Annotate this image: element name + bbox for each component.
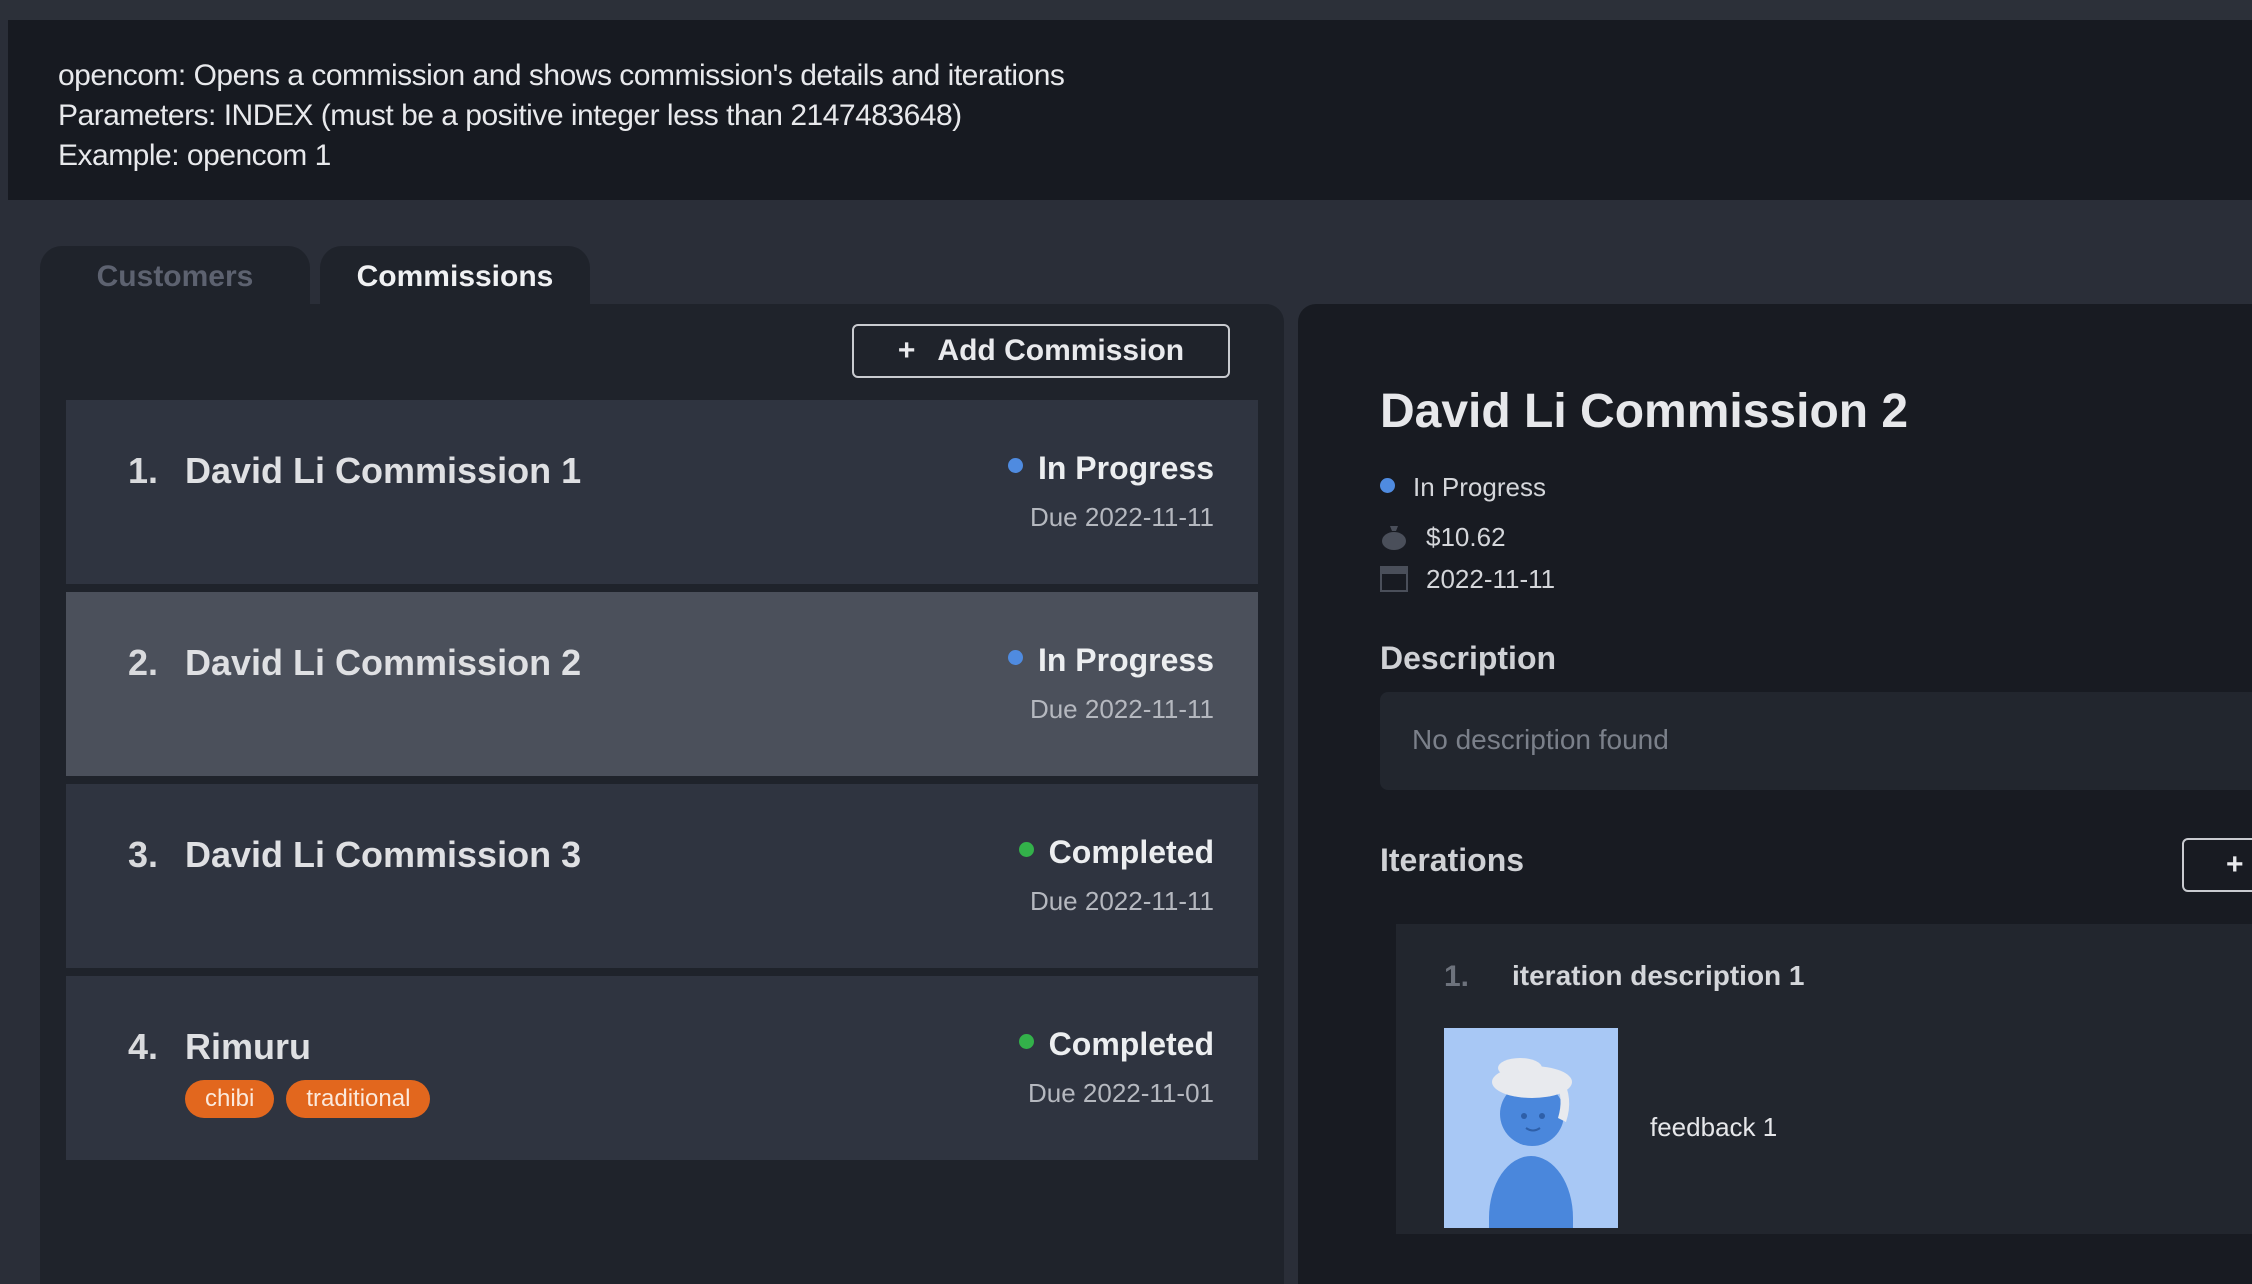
commission-title: David Li Commission 2 xyxy=(185,642,582,683)
tag-list: chibi traditional xyxy=(185,1080,442,1118)
status-dot-icon xyxy=(1007,650,1023,665)
top-menu-strip xyxy=(0,0,2252,20)
description-box: No description found xyxy=(1380,692,2252,790)
tab-customers[interactable]: Customers xyxy=(40,246,310,306)
commission-card-3[interactable]: 3. David Li Commission 3 Completed Due 2… xyxy=(66,784,1258,968)
iteration-description: iteration description 1 xyxy=(1512,960,1805,991)
plus-icon: + xyxy=(897,334,916,367)
commission-index: 1. xyxy=(128,450,159,491)
status-badge: Completed xyxy=(1018,834,1214,871)
status-dot-icon xyxy=(1007,458,1023,473)
status-dot-icon xyxy=(1018,842,1034,857)
tag-traditional: traditional xyxy=(286,1080,431,1118)
add-iteration-button[interactable]: + xyxy=(2182,838,2252,892)
iteration-feedback: feedback 1 xyxy=(1650,1112,1778,1142)
detail-status-label: In Progress xyxy=(1413,472,1546,502)
status-dot-icon xyxy=(1018,1034,1034,1049)
status-badge: In Progress xyxy=(1007,642,1214,679)
add-commission-label: Add Commission xyxy=(937,334,1185,367)
due-date: Due 2022-11-01 xyxy=(1028,1078,1214,1108)
tag-chibi: chibi xyxy=(185,1080,275,1118)
commission-card-4[interactable]: 4. Rimuru Completed Due 2022-11-01 chibi… xyxy=(66,976,1258,1160)
commission-title: David Li Commission 1 xyxy=(185,450,582,491)
result-line: Example: opencom 1 xyxy=(58,139,331,172)
result-line: opencom: Opens a commission and shows co… xyxy=(58,59,1065,92)
commission-title: David Li Commission 3 xyxy=(185,834,582,875)
result-line: Parameters: INDEX (must be a positive in… xyxy=(58,99,962,132)
status-dot-icon xyxy=(1380,478,1395,493)
status-badge: In Progress xyxy=(1007,450,1214,487)
detail-price: $10.62 xyxy=(1380,522,1506,553)
commission-index: 4. xyxy=(128,1026,159,1067)
status-label: Completed xyxy=(1048,834,1214,870)
detail-title: David Li Commission 2 xyxy=(1380,385,1909,438)
description-text: No description found xyxy=(1412,724,1669,755)
due-date: Due 2022-11-11 xyxy=(1029,886,1214,916)
commission-index: 2. xyxy=(128,642,159,683)
iteration-image xyxy=(1444,1028,1618,1228)
detail-due-date-value: 2022-11-11 xyxy=(1426,564,1556,594)
commission-title: Rimuru xyxy=(185,1026,311,1067)
status-badge: Completed xyxy=(1018,1026,1214,1063)
commission-index: 3. xyxy=(128,834,159,875)
plus-icon: + xyxy=(2226,848,2244,881)
status-label: Completed xyxy=(1048,1026,1214,1062)
detail-status: In Progress xyxy=(1380,472,1546,503)
add-commission-button[interactable]: + Add Commission xyxy=(852,324,1230,378)
detail-due-date: 2022-11-11 xyxy=(1380,564,1555,595)
status-label: In Progress xyxy=(1037,642,1214,678)
iteration-index: 1. xyxy=(1444,960,1470,993)
commission-card-2[interactable]: 2. David Li Commission 2 In Progress Due… xyxy=(66,592,1258,776)
iterations-heading: Iterations xyxy=(1380,842,1525,878)
iteration-card-1: 1. iteration description 1 feedback 1 xyxy=(1396,924,2252,1234)
command-result-box: opencom: Opens a commission and shows co… xyxy=(8,20,2252,200)
description-heading: Description xyxy=(1380,640,1557,676)
calendar-icon xyxy=(1380,566,1408,592)
tab-commissions[interactable]: Commissions xyxy=(320,246,590,306)
due-date: Due 2022-11-11 xyxy=(1029,694,1214,724)
due-date: Due 2022-11-11 xyxy=(1029,502,1214,532)
money-bag-icon xyxy=(1382,526,1406,550)
status-label: In Progress xyxy=(1037,450,1214,486)
commission-card-1[interactable]: 1. David Li Commission 1 In Progress Due… xyxy=(66,400,1258,584)
detail-price-value: $10.62 xyxy=(1426,522,1506,552)
